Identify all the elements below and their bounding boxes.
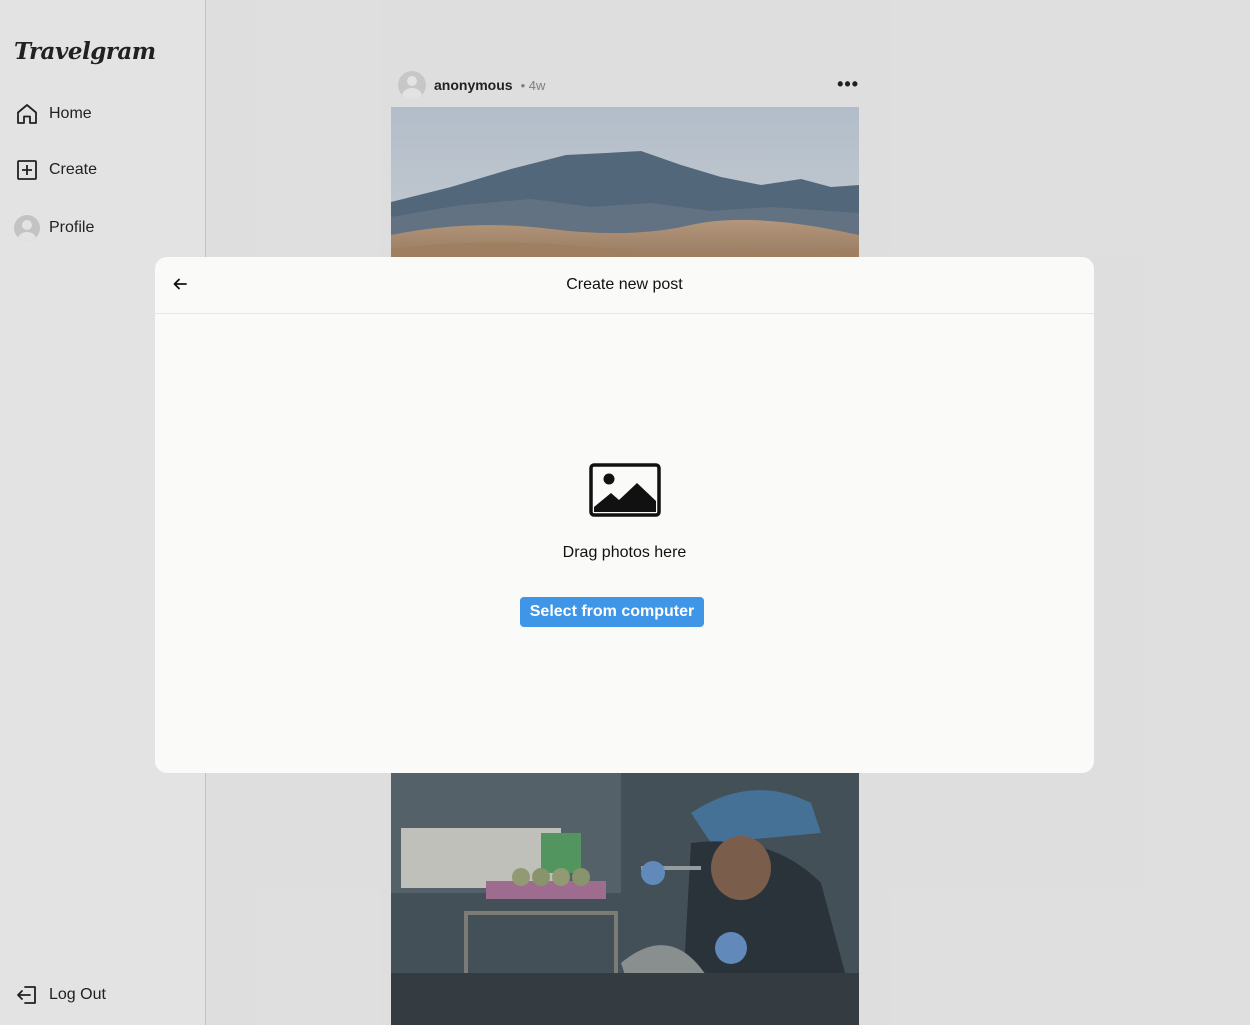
modal-title: Create new post	[566, 276, 683, 293]
modal-header: Create new post	[155, 257, 1094, 314]
create-post-modal: Create new post Drag photos here Select …	[155, 257, 1094, 773]
drag-photos-text: Drag photos here	[562, 544, 687, 561]
select-from-computer-button[interactable]: Select from computer	[520, 597, 704, 627]
app: Travelgram Home Create Profile Log Out a…	[0, 0, 1250, 1025]
image-icon	[589, 463, 661, 517]
